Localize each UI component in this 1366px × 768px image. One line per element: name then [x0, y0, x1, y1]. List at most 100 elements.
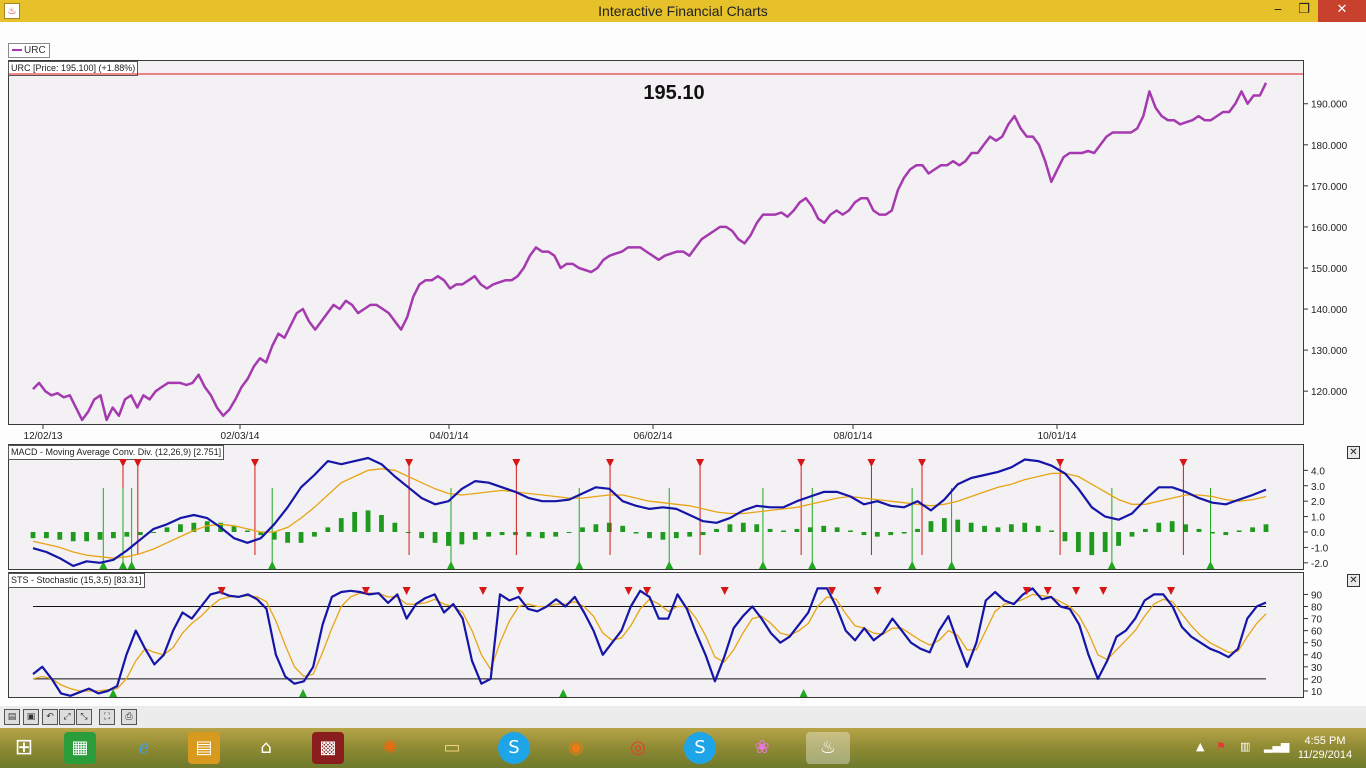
tray-network-icon[interactable]: ▥	[1240, 740, 1250, 753]
fit-icon[interactable]: ⛶	[99, 709, 115, 725]
macd-histogram-bar	[539, 532, 545, 539]
zoom-in-icon[interactable]: ⤢	[59, 709, 75, 725]
firefox-icon[interactable]: ◉	[560, 732, 592, 764]
macd-histogram-bar	[580, 527, 585, 532]
macd-signal-line	[32, 468, 1267, 559]
macd-histogram-bar	[888, 532, 894, 536]
chrome-icon[interactable]: ◎	[622, 732, 654, 764]
messenger-icon[interactable]: ❀	[746, 732, 778, 764]
macd-histogram-bar	[124, 532, 130, 537]
macd-y-tick-label: -2.0	[1311, 559, 1329, 570]
sts-sell-marker	[479, 587, 488, 595]
macd-histogram-bar	[111, 532, 116, 539]
sts-d-line	[32, 592, 1267, 692]
tray-signal-icon[interactable]: ▂▄▆	[1264, 740, 1289, 753]
macd-histogram-bar	[365, 510, 371, 532]
sts-y-tick-label: 80	[1311, 603, 1323, 614]
zoom-out-icon[interactable]: ⤡	[76, 709, 92, 725]
print-icon[interactable]: ⎙	[121, 709, 137, 725]
save-icon[interactable]: ▣	[23, 709, 39, 725]
macd-histogram-bar	[164, 527, 170, 532]
macd-y-tick-label: 2.0	[1311, 497, 1325, 508]
macd-histogram-bar	[928, 521, 934, 532]
macd-histogram-bar	[1156, 522, 1162, 532]
macd-sell-marker	[797, 459, 806, 467]
macd-histogram-bar	[352, 511, 358, 532]
sts-sell-marker	[402, 587, 411, 595]
internet-explorer-icon[interactable]: ℯ	[128, 732, 160, 764]
macd-sell-marker	[1056, 459, 1065, 467]
price-series-line	[32, 82, 1268, 422]
macd-histogram-bar	[30, 532, 36, 539]
macd-histogram-bar	[1062, 532, 1068, 542]
macd-histogram-bar	[821, 525, 827, 532]
macd-buy-marker	[947, 561, 956, 569]
open-icon[interactable]: ▤	[4, 709, 20, 725]
tray-chevron-icon[interactable]: ▲	[1196, 740, 1204, 753]
undo-icon[interactable]: ↶	[42, 709, 58, 725]
skype-icon[interactable]: S	[498, 732, 530, 764]
macd-histogram-bar	[338, 518, 344, 532]
app-grid-icon[interactable]: ▩	[312, 732, 344, 764]
sts-sell-marker	[624, 587, 633, 595]
tribal-mask-icon[interactable]: ✺	[374, 732, 406, 764]
macd-histogram-bar	[606, 522, 612, 532]
java-app-icon[interactable]: ♨	[806, 732, 850, 764]
price-x-tick-label: 06/02/14	[634, 431, 673, 442]
macd-buy-marker	[446, 561, 455, 569]
macd-histogram-bar	[459, 532, 465, 545]
macd-histogram-bar	[499, 532, 505, 536]
tray-security-icon[interactable]: ⚑	[1216, 740, 1226, 753]
macd-histogram-bar	[526, 532, 532, 537]
macd-sell-marker	[250, 459, 259, 467]
sts-sell-marker	[873, 587, 882, 595]
sts-sell-marker	[516, 587, 525, 595]
price-x-tick-label: 04/01/14	[430, 431, 469, 442]
price-x-tick-label: 10/01/14	[1038, 431, 1077, 442]
macd-histogram-bar	[834, 527, 840, 532]
start-windows-icon[interactable]: ⊞	[8, 732, 40, 764]
macd-chart: 4.0 3.0 2.0 1.0 0.0 -1.0 -2.0	[30, 456, 1329, 570]
macd-histogram-bar	[620, 525, 626, 532]
macd-histogram-bar	[754, 524, 760, 532]
macd-histogram-bar	[472, 532, 478, 540]
taskbar: ⊞ ▦ ℯ ▤ ⌂ ▩ ✺ ▭ S ◉ ◎ S ❀ ♨ ▲ ⚑ ▥ ▂▄▆ 4:…	[0, 728, 1366, 768]
macd-histogram-bar	[486, 532, 492, 537]
macd-histogram-bar	[982, 525, 987, 532]
macd-histogram-bar	[566, 532, 572, 533]
macd-histogram-bar	[151, 532, 157, 533]
charts-layer: 120.000 130.000 140.000 150.000 160.000 170.0…	[9, 73, 1348, 698]
macd-histogram-bar	[419, 532, 425, 539]
sts-y-tick-label: 70	[1311, 615, 1323, 626]
macd-histogram-bar	[1102, 532, 1108, 553]
skype-2-icon[interactable]: S	[684, 732, 716, 764]
macd-histogram-bar	[714, 528, 719, 532]
macd-histogram-bar	[1169, 521, 1175, 532]
sts-sell-marker	[1167, 587, 1176, 595]
macd-sell-marker	[917, 459, 926, 467]
sts-y-tick-label: 30	[1311, 663, 1323, 674]
macd-buy-marker	[268, 561, 277, 569]
sts-y-tick-label: 50	[1311, 639, 1323, 650]
home-icon[interactable]: ⌂	[250, 732, 282, 764]
macd-histogram-bar	[70, 532, 76, 542]
macd-histogram-bar	[44, 532, 49, 539]
sts-y-tick-label: 90	[1311, 590, 1323, 601]
macd-histogram-bar	[700, 532, 706, 536]
macd-sell-marker	[512, 459, 521, 467]
macd-histogram-bar	[432, 532, 438, 543]
chart-toolbar: ▤ ▣ ↶ ⤢ ⤡ ⛶ ⎙	[0, 706, 1366, 728]
sts-sell-marker	[1099, 587, 1108, 595]
sts-y-tick-label: 20	[1311, 675, 1323, 686]
sts-y-tick-label: 40	[1311, 651, 1323, 662]
macd-histogram-bar	[312, 532, 317, 537]
store-icon[interactable]: ▦	[64, 732, 96, 764]
price-y-tick-label: 130.000	[1311, 346, 1348, 357]
macd-histogram-bar	[794, 528, 800, 532]
clock-date: 11/29/2014	[1297, 749, 1353, 761]
macd-buy-marker	[127, 561, 136, 569]
sts-y-tick-label: 60	[1311, 627, 1323, 638]
notes-icon[interactable]: ▤	[188, 732, 220, 764]
file-explorer-icon[interactable]: ▭	[436, 732, 468, 764]
clock[interactable]: 4:55 PM 11/29/2014	[1290, 734, 1360, 762]
